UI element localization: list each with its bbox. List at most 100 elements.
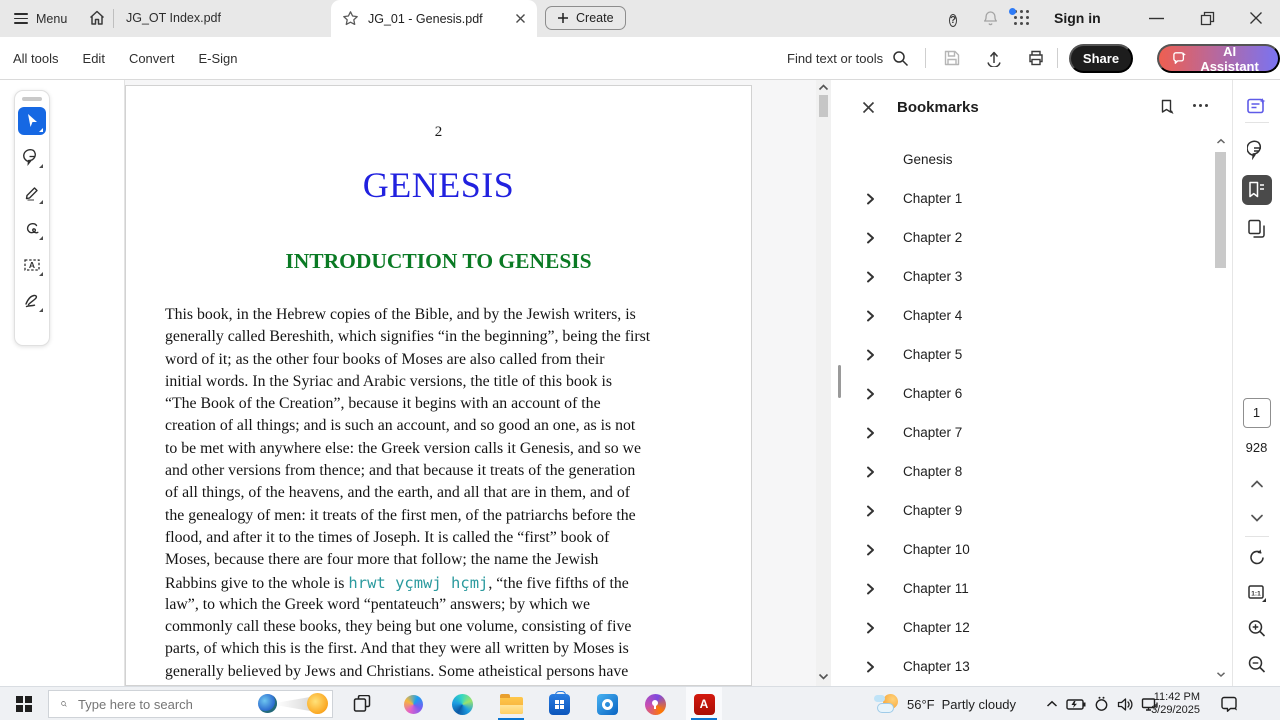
chevron-right-icon[interactable]	[866, 544, 878, 556]
chevron-right-icon[interactable]	[866, 466, 878, 478]
tray-expand-button[interactable]	[1046, 687, 1058, 720]
chevron-right-icon[interactable]	[866, 583, 878, 595]
bookmark-item[interactable]: Chapter 5	[845, 335, 1208, 374]
chevron-right-icon[interactable]	[866, 271, 878, 283]
ai-assistant-button[interactable]: AI Assistant	[1157, 44, 1280, 73]
help-button[interactable]: ?	[949, 10, 957, 28]
tab-close-icon[interactable]	[515, 13, 526, 24]
chevron-right-icon[interactable]	[866, 661, 878, 673]
scrollbar-thumb[interactable]	[819, 95, 828, 117]
bookmark-item[interactable]: Chapter 6	[845, 374, 1208, 413]
create-button[interactable]: Create	[545, 6, 626, 30]
print-button[interactable]	[1027, 49, 1045, 67]
bookmark-item[interactable]: Chapter 11	[845, 569, 1208, 608]
taskbar-search[interactable]	[48, 690, 333, 718]
notifications-button[interactable]	[982, 10, 999, 27]
chevron-right-icon[interactable]	[866, 310, 878, 322]
esign-menu[interactable]: E-Sign	[198, 51, 237, 66]
add-bookmark-button[interactable]	[1159, 99, 1176, 116]
chevron-right-icon[interactable]	[866, 427, 878, 439]
bookmark-item[interactable]: Chapter 12	[845, 608, 1208, 647]
document-viewport[interactable]: 2 GENESIS INTRODUCTION TO GENESIS This b…	[125, 80, 816, 686]
close-window-button[interactable]	[1249, 11, 1263, 25]
close-panel-button[interactable]	[862, 101, 875, 114]
ai-assistant-panel-button[interactable]	[1246, 97, 1267, 117]
scroll-up-icon[interactable]	[1216, 138, 1226, 145]
tab-inactive-document[interactable]: JG_OT Index.pdf	[126, 0, 221, 37]
page-fit-button[interactable]: 1:1	[1247, 583, 1267, 603]
store-button[interactable]	[545, 687, 573, 720]
chevron-right-icon[interactable]	[866, 193, 878, 205]
chevron-right-icon[interactable]	[866, 232, 878, 244]
previous-page-button[interactable]	[1250, 480, 1263, 488]
search-input[interactable]	[76, 696, 256, 713]
avast-button[interactable]	[641, 687, 669, 720]
scroll-down-icon[interactable]	[1216, 671, 1226, 678]
outlook-button[interactable]	[593, 687, 621, 720]
minimize-button[interactable]	[1149, 17, 1164, 20]
page-thumbnails-button[interactable]	[1247, 219, 1266, 239]
find-text-button[interactable]: Find text or tools	[787, 37, 909, 79]
highlight-tool[interactable]	[18, 179, 46, 207]
select-text-tool[interactable]: A	[18, 251, 46, 279]
battery-status[interactable]	[1066, 687, 1086, 720]
file-explorer-button[interactable]	[496, 687, 526, 720]
bookmark-item[interactable]: Chapter 4	[845, 296, 1208, 335]
share-button[interactable]: Share	[1069, 44, 1133, 73]
task-view-button[interactable]	[348, 687, 376, 720]
fill-sign-tool[interactable]	[18, 287, 46, 315]
comment-tool[interactable]	[18, 143, 46, 171]
all-tools-menu[interactable]: All tools	[13, 51, 59, 66]
sign-in-button[interactable]: Sign in	[1054, 0, 1101, 37]
draw-tool[interactable]	[18, 215, 46, 243]
convert-menu[interactable]: Convert	[129, 51, 175, 66]
volume-status[interactable]	[1117, 687, 1134, 720]
tray-app-status[interactable]	[1094, 687, 1109, 720]
bookmark-item[interactable]: Chapter 13	[845, 647, 1208, 686]
chevron-right-icon[interactable]	[866, 388, 878, 400]
bookmark-item[interactable]: Chapter 9	[845, 491, 1208, 530]
menu-button[interactable]: Menu	[14, 0, 67, 37]
comments-panel-button[interactable]	[1247, 140, 1267, 160]
next-page-button[interactable]	[1250, 514, 1263, 522]
star-icon[interactable]	[342, 10, 359, 27]
rotate-page-button[interactable]	[1247, 548, 1266, 567]
bookmark-item[interactable]: Chapter 10	[845, 530, 1208, 569]
tab-active-document[interactable]: JG_01 - Genesis.pdf	[331, 0, 537, 37]
bookmark-item[interactable]: Chapter 1	[845, 179, 1208, 218]
edge-button[interactable]	[448, 687, 476, 720]
save-button[interactable]	[943, 49, 961, 67]
upload-cloud-button[interactable]	[985, 49, 1003, 67]
search-doodle-eclipse[interactable]	[256, 692, 330, 716]
bookmarks-panel-button[interactable]	[1242, 175, 1272, 205]
chevron-right-icon[interactable]	[866, 505, 878, 517]
bookmark-item[interactable]: Chapter 8	[845, 452, 1208, 491]
palette-drag-handle[interactable]	[22, 97, 42, 101]
chevron-right-icon[interactable]	[866, 349, 878, 361]
select-tool[interactable]	[18, 107, 46, 135]
edit-menu[interactable]: Edit	[83, 51, 105, 66]
bookmark-item[interactable]: Chapter 2	[845, 218, 1208, 257]
zoom-in-button[interactable]	[1247, 619, 1266, 638]
scrollbar-thumb[interactable]	[1215, 152, 1226, 268]
bookmark-item[interactable]: Chapter 7	[845, 413, 1208, 452]
clock-widget[interactable]: 11:42 PM 3/29/2025	[1150, 687, 1200, 720]
acrobat-button[interactable]: A	[686, 687, 722, 720]
chevron-right-icon[interactable]	[866, 622, 878, 634]
bookmark-item[interactable]: Chapter 3	[845, 257, 1208, 296]
panel-options-button[interactable]	[1193, 104, 1208, 107]
current-page-input[interactable]: 1	[1243, 398, 1271, 428]
copilot-button[interactable]	[399, 687, 427, 720]
start-button[interactable]	[8, 687, 40, 720]
document-scrollbar[interactable]	[816, 80, 831, 686]
action-center-button[interactable]	[1220, 687, 1239, 720]
bookmark-item[interactable]: Genesis	[845, 140, 1208, 179]
restore-button[interactable]	[1200, 11, 1215, 26]
home-button[interactable]	[88, 9, 106, 27]
scroll-down-icon[interactable]	[818, 673, 829, 680]
weather-widget[interactable]: 56°F Partly cloudy	[874, 687, 1016, 720]
scroll-up-icon[interactable]	[818, 84, 829, 91]
panel-resize-grip[interactable]	[838, 365, 841, 398]
zoom-out-button[interactable]	[1247, 655, 1266, 674]
panel-scrollbar[interactable]	[1214, 138, 1227, 678]
